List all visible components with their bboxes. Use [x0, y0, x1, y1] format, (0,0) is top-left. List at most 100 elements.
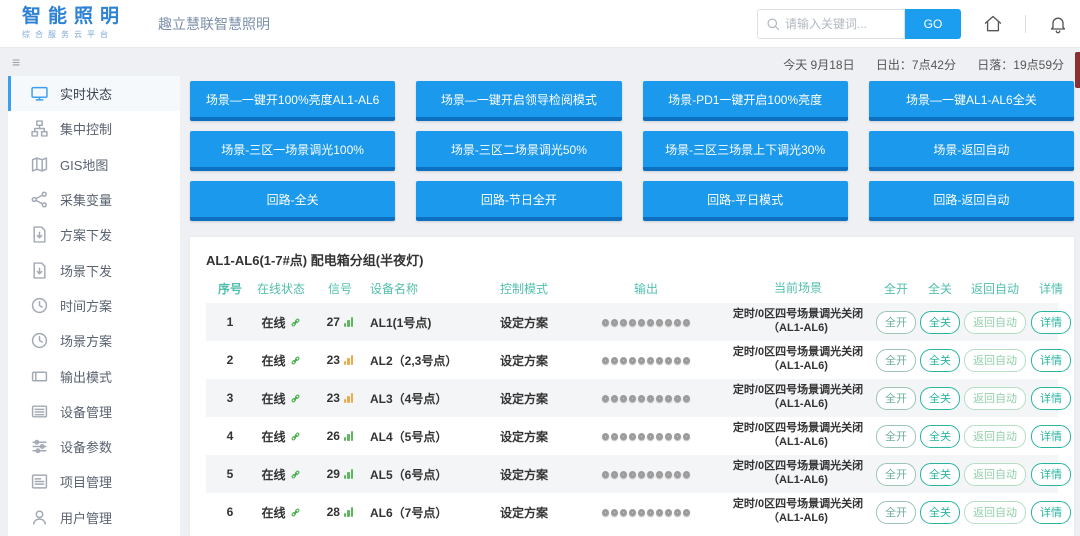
control-mode: 设定方案	[478, 428, 570, 445]
sidebar-item-central-control[interactable]: 集中控制	[8, 111, 180, 146]
device-name: AL2（2,3号点）	[366, 352, 478, 369]
table-row: 2 在线 23 AL2（2,3号点） 设定方案 定时/0区四号场景调光关闭（AL…	[206, 341, 1058, 379]
scene-button[interactable]: 场景-三区一场景调光100%	[190, 131, 395, 171]
date-today: 今天 9月18日	[783, 58, 854, 72]
scene-button[interactable]: 场景-返回自动	[869, 131, 1074, 171]
detail-button[interactable]: 详情	[1031, 463, 1071, 486]
col-all-off: 全关	[918, 280, 962, 297]
sidebar-item-output-mode[interactable]: 输出模式	[8, 358, 180, 393]
detail-button[interactable]: 详情	[1031, 387, 1071, 410]
clock-icon	[31, 332, 48, 349]
circuit-button[interactable]: 回路-平日模式	[643, 181, 848, 221]
scene-button[interactable]: 场景—一键开启领导检阅模式	[416, 81, 621, 121]
signal-bars-icon	[344, 393, 354, 403]
signal-bars-icon	[344, 355, 354, 365]
online-status: 在线	[261, 314, 285, 331]
sidebar-item-project-management[interactable]: 项目管理	[8, 464, 180, 499]
detail-button[interactable]: 详情	[1031, 349, 1071, 372]
signal-value: 29	[327, 467, 340, 481]
device-name: AL1(1号点)	[366, 314, 478, 331]
detail-button[interactable]: 详情	[1031, 425, 1071, 448]
all-off-button[interactable]: 全关	[920, 425, 960, 448]
sidebar-collapse-icon[interactable]: ≡	[12, 54, 20, 70]
sidebar-item-collect-variables[interactable]: 采集变量	[8, 182, 180, 217]
search-go-button[interactable]: GO	[905, 9, 961, 39]
edge-widget[interactable]	[1075, 52, 1080, 88]
output-indicators	[570, 319, 722, 326]
top-header: 智能照明 综合服务云平台 趣立慧联智慧照明 GO	[0, 0, 1080, 48]
sidebar-item-time-plan[interactable]: 时间方案	[8, 288, 180, 323]
panel-title: AL1-AL6(1-7#点) 配电箱分组(半夜灯)	[206, 250, 1058, 269]
monitor-icon	[31, 85, 48, 102]
control-mode: 设定方案	[478, 314, 570, 331]
sidebar-item-realtime-status[interactable]: 实时状态	[8, 76, 180, 111]
link-icon	[290, 507, 301, 518]
return-auto-button[interactable]: 返回自动	[964, 349, 1026, 372]
return-auto-button[interactable]: 返回自动	[964, 463, 1026, 486]
online-status: 在线	[261, 352, 285, 369]
sidebar: 实时状态 集中控制 GIS地图 采集变量 方案下发 场景下发	[8, 76, 180, 536]
sidebar-item-scene-dispatch[interactable]: 场景下发	[8, 252, 180, 287]
sidebar-item-gis-map[interactable]: GIS地图	[8, 147, 180, 182]
signal-value: 27	[327, 315, 340, 329]
sidebar-item-device-parameters[interactable]: 设备参数	[8, 429, 180, 464]
sidebar-item-plan-dispatch[interactable]: 方案下发	[8, 217, 180, 252]
link-icon	[290, 355, 301, 366]
output-indicators	[570, 433, 722, 440]
sidebar-item-scene-plan[interactable]: 场景方案	[8, 323, 180, 358]
online-status: 在线	[261, 390, 285, 407]
table-row: 1 在线 27 AL1(1号点) 设定方案 定时/0区四号场景调光关闭（AL1-…	[206, 303, 1058, 341]
return-auto-button[interactable]: 返回自动	[964, 311, 1026, 334]
home-icon[interactable]	[983, 14, 1003, 34]
detail-button[interactable]: 详情	[1031, 501, 1071, 524]
circuit-button[interactable]: 回路-全关	[190, 181, 395, 221]
scene-button[interactable]: 场景—一键开100%亮度AL1-AL6	[190, 81, 395, 121]
all-off-button[interactable]: 全关	[920, 501, 960, 524]
all-on-button[interactable]: 全开	[876, 349, 916, 372]
all-on-button[interactable]: 全开	[876, 463, 916, 486]
scene-button[interactable]: 场景-三区三场景上下调光30%	[643, 131, 848, 171]
circuit-button[interactable]: 回路-节日全开	[416, 181, 621, 221]
output-indicators	[570, 357, 722, 364]
detail-button[interactable]: 详情	[1031, 311, 1071, 334]
sidebar-item-device-management[interactable]: 设备管理	[8, 394, 180, 429]
all-on-button[interactable]: 全开	[876, 425, 916, 448]
table-row: 3 在线 23 AL3（4号点） 设定方案 定时/0区四号场景调光关闭（AL1-…	[206, 379, 1058, 417]
scene-button[interactable]: 场景—一键AL1-AL6全关	[869, 81, 1074, 121]
control-mode: 设定方案	[478, 504, 570, 521]
output-indicators	[570, 509, 722, 516]
all-off-button[interactable]: 全关	[920, 463, 960, 486]
link-icon	[290, 469, 301, 480]
search-box[interactable]	[757, 9, 905, 39]
search-input[interactable]	[785, 17, 895, 31]
signal-value: 23	[327, 353, 340, 367]
current-scene: 定时/0区四号场景调光关闭（AL1-AL6)	[722, 460, 874, 488]
all-on-button[interactable]: 全开	[876, 387, 916, 410]
return-auto-button[interactable]: 返回自动	[964, 425, 1026, 448]
all-off-button[interactable]: 全关	[920, 349, 960, 372]
date-info-bar: 今天 9月18日 日出：7点42分 日落：19点59分	[765, 56, 1064, 73]
scene-button[interactable]: 场景-PD1一键开启100%亮度	[643, 81, 848, 121]
return-auto-button[interactable]: 返回自动	[964, 387, 1026, 410]
col-status: 在线状态	[248, 280, 314, 297]
col-detail: 详情	[1028, 280, 1074, 297]
link-icon	[290, 431, 301, 442]
user-icon	[31, 509, 48, 526]
circuit-button[interactable]: 回路-返回自动	[869, 181, 1074, 221]
notification-bell-icon[interactable]	[1048, 14, 1068, 34]
file-download-icon	[31, 226, 48, 243]
signal-value: 28	[327, 505, 340, 519]
signal-bars-icon	[344, 507, 354, 517]
all-on-button[interactable]: 全开	[876, 501, 916, 524]
scene-button[interactable]: 场景-三区二场景调光50%	[416, 131, 621, 171]
return-auto-button[interactable]: 返回自动	[964, 501, 1026, 524]
col-signal: 信号	[314, 280, 366, 297]
sidebar-item-user-management[interactable]: 用户管理	[8, 500, 180, 535]
page: 智能照明 综合服务云平台 趣立慧联智慧照明 GO ≡ 今天 9月18日 日出：7…	[0, 0, 1080, 536]
col-output: 输出	[570, 280, 722, 297]
all-off-button[interactable]: 全关	[920, 311, 960, 334]
online-status: 在线	[261, 428, 285, 445]
table-row: 4 在线 26 AL4（5号点） 设定方案 定时/0区四号场景调光关闭（AL1-…	[206, 417, 1058, 455]
all-off-button[interactable]: 全关	[920, 387, 960, 410]
all-on-button[interactable]: 全开	[876, 311, 916, 334]
